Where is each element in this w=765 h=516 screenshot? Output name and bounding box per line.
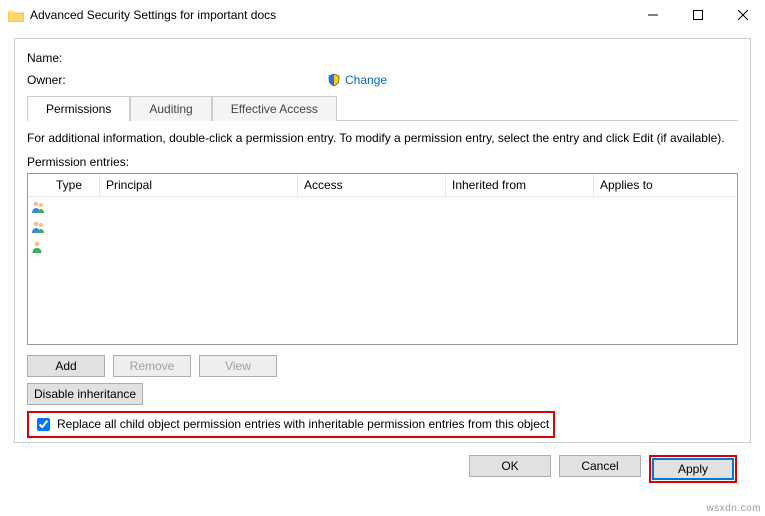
tab-effective-access[interactable]: Effective Access [212,96,337,121]
col-principal[interactable]: Principal [100,174,298,196]
users-icon [28,220,50,234]
grid-header: Type Principal Access Inherited from App… [28,174,737,197]
disable-inheritance-button[interactable]: Disable inheritance [27,383,143,405]
tab-bar: Permissions Auditing Effective Access [27,95,738,121]
main-panel: Name: Owner: Change Permissions Auditing… [14,38,751,443]
replace-checkbox[interactable] [37,418,50,431]
permission-grid[interactable]: Type Principal Access Inherited from App… [27,173,738,345]
tab-permissions[interactable]: Permissions [27,96,130,121]
remove-button[interactable]: Remove [113,355,191,377]
col-type[interactable]: Type [50,174,100,196]
col-inherited[interactable]: Inherited from [446,174,594,196]
users-icon [28,200,50,214]
apply-highlight: Apply [649,455,737,483]
shield-icon [327,73,341,87]
grid-row[interactable] [28,237,737,257]
grid-row[interactable] [28,197,737,217]
col-applies[interactable]: Applies to [594,174,737,196]
name-label: Name: [27,51,327,65]
apply-button[interactable]: Apply [652,458,734,480]
close-button[interactable] [720,0,765,30]
ok-button[interactable]: OK [469,455,551,477]
maximize-button[interactable] [675,0,720,30]
entries-label: Permission entries: [27,155,738,169]
titlebar: Advanced Security Settings for important… [0,0,765,30]
grid-row[interactable] [28,217,737,237]
change-owner-link[interactable]: Change [327,73,387,87]
owner-label: Owner: [27,73,327,87]
folder-icon [8,9,24,22]
user-icon [28,240,50,254]
add-button[interactable]: Add [27,355,105,377]
window-title: Advanced Security Settings for important… [30,8,630,22]
info-text: For additional information, double-click… [27,131,738,147]
replace-checkbox-row[interactable]: Replace all child object permission entr… [27,411,555,438]
col-access[interactable]: Access [298,174,446,196]
tab-auditing[interactable]: Auditing [130,96,211,121]
view-button[interactable]: View [199,355,277,377]
replace-checkbox-label: Replace all child object permission entr… [57,417,549,431]
dialog-footer: OK Cancel Apply [14,443,751,483]
minimize-button[interactable] [630,0,675,30]
watermark: wsxdn.com [706,503,761,514]
change-link-text: Change [345,73,387,87]
cancel-button[interactable]: Cancel [559,455,641,477]
